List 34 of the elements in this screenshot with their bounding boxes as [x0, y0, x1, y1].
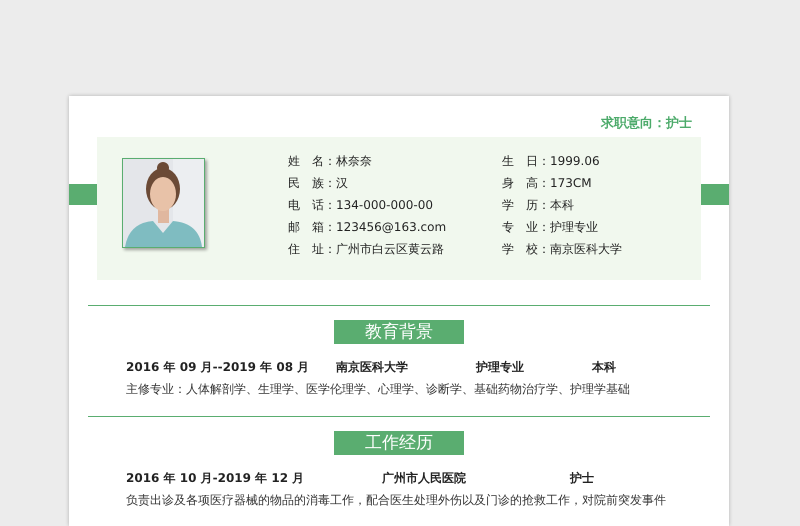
field-value: 173CM	[550, 176, 592, 190]
field-label: 生 日：	[502, 154, 550, 168]
section-heading: 工作经历	[334, 431, 464, 455]
entry-detail: 护士	[570, 471, 594, 485]
entry-detail: 广州市人民医院	[382, 471, 466, 485]
side-bar	[69, 184, 97, 205]
entry-detail: 2016 年 09 月--2019 年 08 月	[126, 360, 310, 374]
field-label: 身 高：	[502, 176, 550, 190]
field-value: 林奈奈	[336, 154, 372, 168]
field-label: 学 历：	[502, 198, 550, 212]
field-label: 学 校：	[502, 242, 550, 256]
field-value: 护理专业	[550, 220, 598, 234]
field-label: 住 址：	[288, 242, 336, 256]
entry-detail: 南京医科大学	[336, 360, 408, 374]
field-label: 姓 名：	[288, 154, 336, 168]
entry-detail: 本科	[592, 360, 616, 374]
entry-detail: 护理专业	[476, 360, 524, 374]
field-label: 民 族：	[288, 176, 336, 190]
field-value: 1999.06	[550, 154, 600, 168]
field-value: 南京医科大学	[550, 242, 622, 256]
description-text: 负责出诊及各项医疗器械的物品的消毒工作，配合医生处理外伤以及门诊的抢救工作，对院前突发事件	[126, 493, 666, 507]
entry-detail: 2016 年 10 月-2019 年 12 月	[126, 471, 304, 485]
field-value: 123456@163.com	[336, 220, 446, 234]
field-value: 本科	[550, 198, 574, 212]
description-text: 主修专业：人体解剖学、生理学、医学伦理学、心理学、诊断学、基础药物治疗学、护理学基础	[126, 382, 630, 396]
field-value: 广州市白云区黄云路	[336, 242, 444, 256]
field-label: 专 业：	[502, 220, 550, 234]
side-bar	[701, 184, 729, 205]
field-value: 汉	[336, 176, 348, 190]
job-target: 求职意向：护士	[601, 116, 692, 131]
field-label: 邮 箱：	[288, 220, 336, 234]
field-label: 电 话：	[288, 198, 336, 212]
section-heading: 教育背景	[334, 320, 464, 344]
field-value: 134-000-000-00	[336, 198, 433, 212]
